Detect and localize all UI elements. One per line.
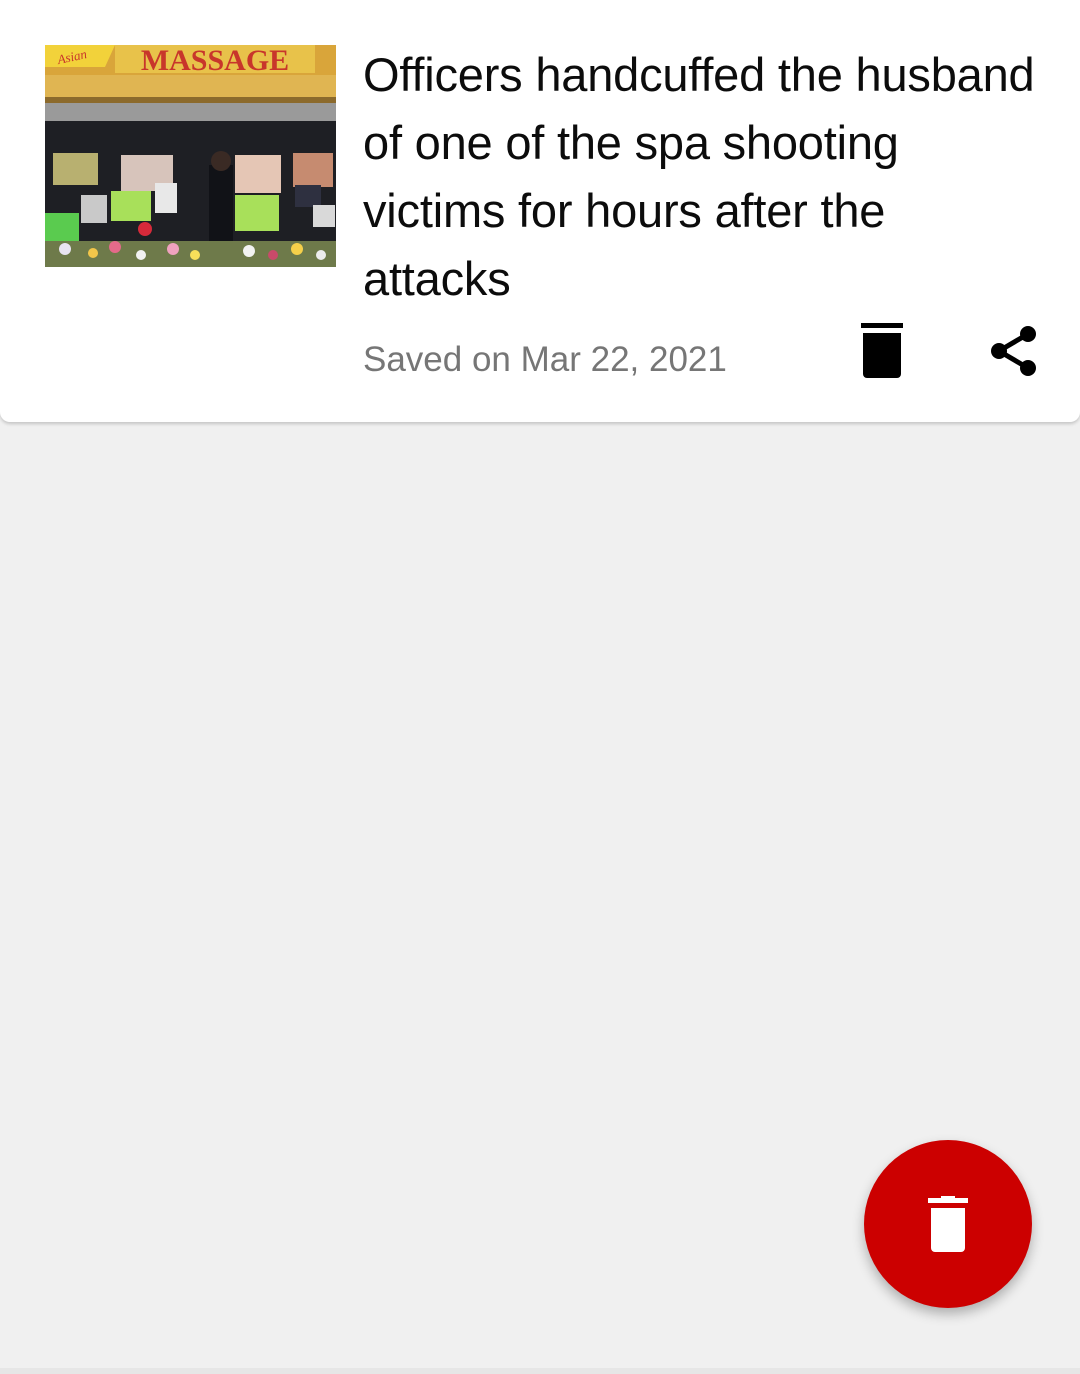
sign-text: MASSAGE (141, 45, 289, 77)
saved-story-card[interactable]: MASSAGE Asian Officers handcuffed the hu… (0, 0, 1080, 422)
story-thumbnail[interactable]: MASSAGE Asian (45, 45, 336, 267)
trash-icon (861, 323, 903, 378)
delete-button[interactable] (842, 311, 922, 391)
bottom-edge (0, 1368, 1080, 1374)
share-icon (991, 326, 1036, 376)
storefront-image: MASSAGE Asian (45, 45, 336, 267)
share-button[interactable] (974, 311, 1054, 391)
saved-date: Saved on Mar 22, 2021 (363, 340, 727, 379)
trash-icon (928, 1196, 968, 1252)
saved-stories-screen: MASSAGE Asian Officers handcuffed the hu… (0, 0, 1080, 1374)
delete-all-fab[interactable] (864, 1140, 1032, 1308)
story-headline[interactable]: Officers handcuffed the husband of one o… (363, 41, 1043, 313)
